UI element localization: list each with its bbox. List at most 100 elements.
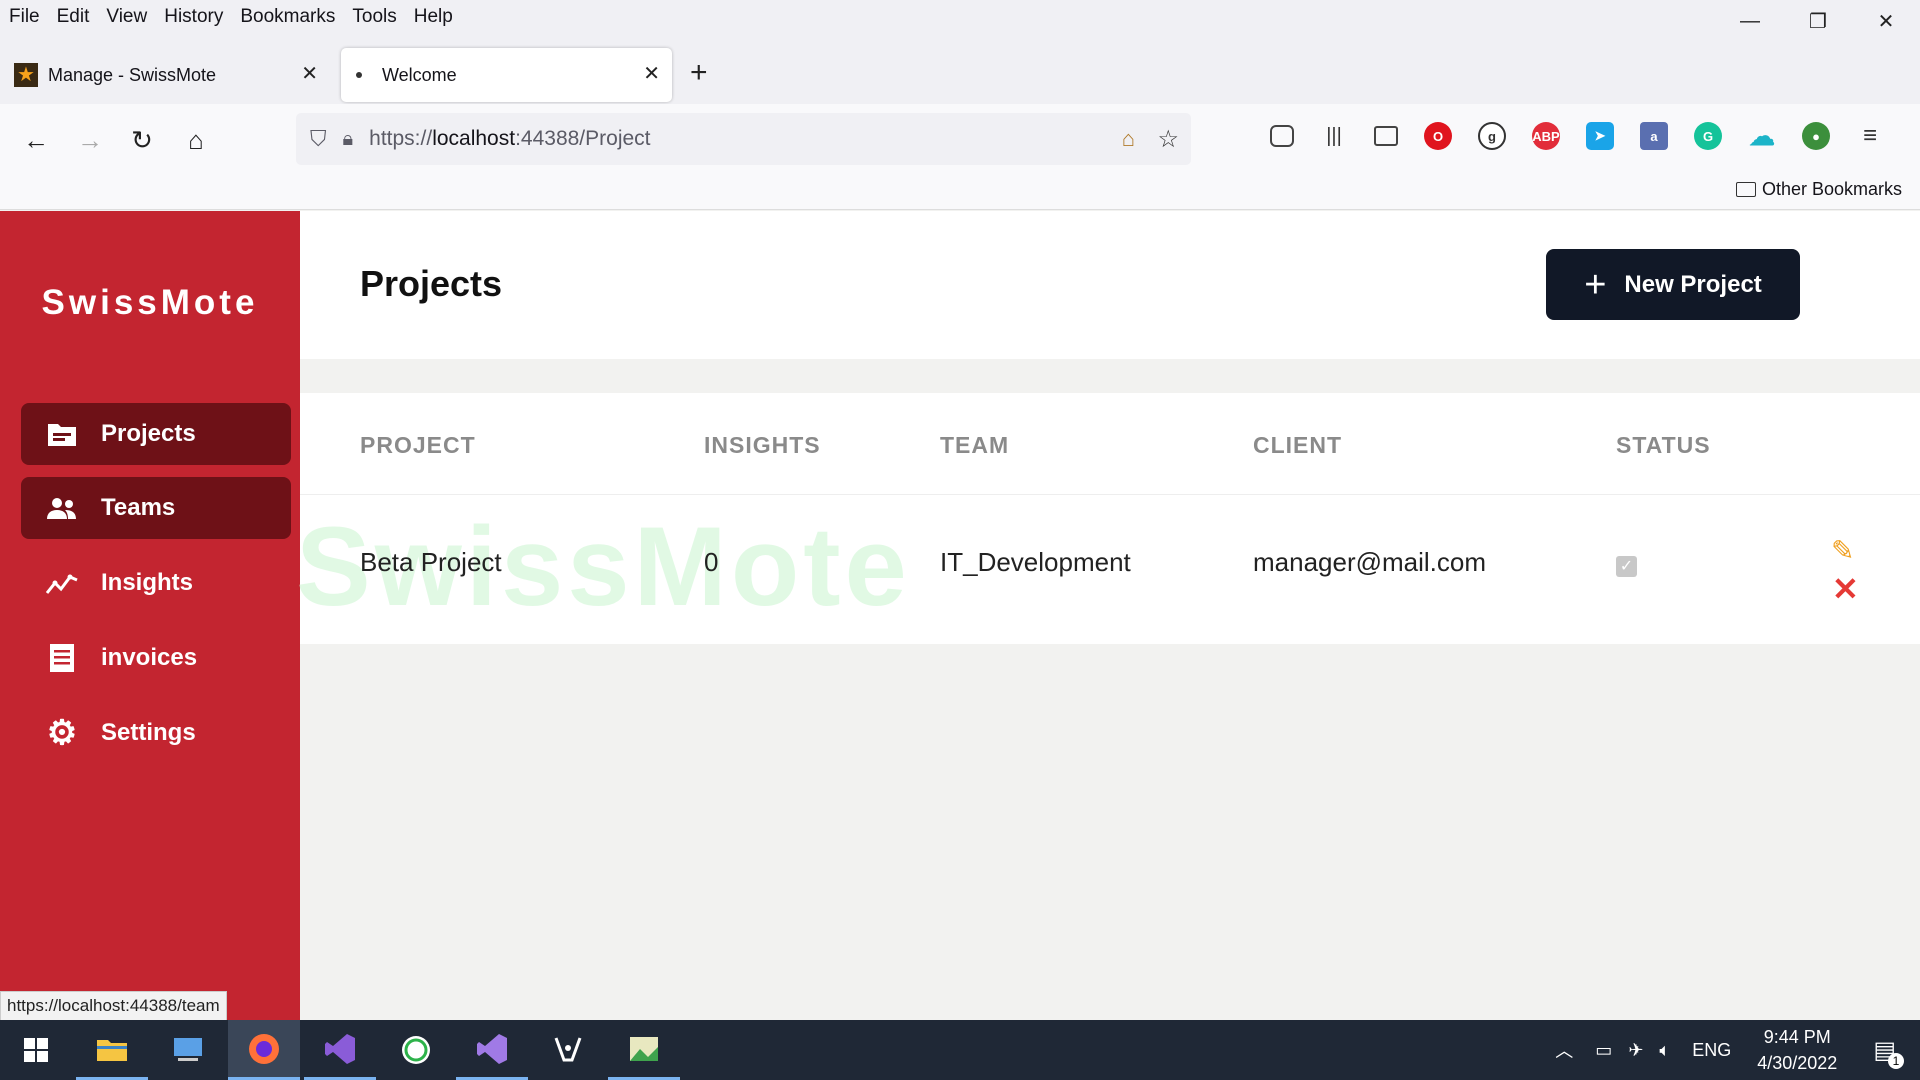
hamburger-menu-icon[interactable]: ≡	[1856, 122, 1884, 150]
forward-icon[interactable]: →	[70, 120, 110, 160]
gear-icon: ⚙	[46, 714, 78, 752]
table-header: PROJECT INSIGHTS TEAM CLIENT STATUS	[300, 393, 1920, 495]
menu-view[interactable]: View	[106, 6, 147, 28]
close-tab-icon[interactable]: ✕	[301, 61, 318, 86]
file-explorer-icon[interactable]	[76, 1020, 148, 1080]
translate-icon[interactable]: a	[1640, 122, 1668, 150]
receipt-icon	[45, 643, 79, 673]
firefox-icon[interactable]	[228, 1020, 300, 1080]
sidebar-item-label: Insights	[101, 569, 194, 596]
goki-icon[interactable]: g	[1478, 122, 1506, 150]
table-row[interactable]: SwissMote Beta Project 0 IT_Development …	[296, 496, 1920, 644]
column-project[interactable]: PROJECT	[360, 432, 476, 459]
column-client[interactable]: CLIENT	[1253, 432, 1342, 459]
close-tab-icon[interactable]: ✕	[643, 61, 660, 86]
delete-x-icon[interactable]: ✕	[1832, 570, 1859, 608]
clock[interactable]: 9:44 PM 4/30/2022	[1757, 1024, 1837, 1076]
status-checkbox[interactable]: ✓	[1616, 556, 1637, 577]
adblock-icon[interactable]: ABP	[1532, 122, 1560, 150]
projects-table: PROJECT INSIGHTS TEAM CLIENT STATUS Swis…	[296, 393, 1920, 644]
clock-app-icon[interactable]	[380, 1020, 452, 1080]
tab-bar: ★ Manage - SwissMote ✕ Welcome ✕ +	[0, 34, 1920, 104]
reload-icon[interactable]: ↻	[122, 120, 162, 160]
sidebar-item-teams[interactable]: Teams	[21, 477, 291, 539]
visual-studio-2-icon[interactable]	[456, 1020, 528, 1080]
star-favicon-icon: ★	[14, 63, 38, 87]
sidebar-icon[interactable]	[1374, 126, 1398, 146]
clock-date: 4/30/2022	[1757, 1053, 1838, 1073]
new-tab-icon[interactable]: +	[690, 56, 708, 90]
airplane-icon[interactable]: ✈	[1628, 1040, 1643, 1061]
bookmarks-toolbar: Other Bookmarks	[0, 174, 1920, 210]
chevron-up-icon[interactable]: ︿	[1555, 1037, 1573, 1063]
menu-file[interactable]: File	[9, 6, 40, 28]
folder-icon	[45, 419, 79, 449]
tab-welcome[interactable]: Welcome ✕	[341, 48, 672, 102]
page-header: Projects + New Project	[300, 211, 1920, 359]
edit-pencil-icon[interactable]: ✎	[1831, 534, 1854, 567]
home-icon[interactable]: ⌂	[176, 120, 216, 160]
sidebar-item-label: invoices	[101, 644, 198, 671]
column-status[interactable]: STATUS	[1616, 432, 1711, 459]
tool-app-icon[interactable]	[532, 1020, 604, 1080]
notifications-icon[interactable]: ▤ 1	[1873, 1036, 1904, 1069]
grammarly-icon[interactable]: G	[1694, 122, 1722, 150]
url-path: :44388/Project	[515, 127, 651, 150]
tab-label: Welcome	[382, 64, 457, 85]
chart-line-icon	[45, 568, 79, 598]
pocket-icon[interactable]	[1270, 125, 1294, 147]
language-indicator[interactable]: ENG	[1692, 1040, 1731, 1061]
visual-studio-icon[interactable]	[304, 1020, 376, 1080]
sidebar-item-invoices[interactable]: invoices	[21, 627, 291, 689]
sidebar-item-settings[interactable]: ⚙ Settings	[21, 702, 291, 764]
menu-tools[interactable]: Tools	[352, 6, 396, 28]
cloud-icon[interactable]: ☁	[1748, 121, 1776, 151]
clock-time: 9:44 PM	[1763, 1027, 1831, 1047]
navigation-toolbar: ← → ↻ ⌂ ⛉ 🔒︎ https://localhost:44388/Pro…	[0, 104, 1920, 174]
menu-bookmarks[interactable]: Bookmarks	[240, 6, 335, 28]
other-bookmarks-button[interactable]: Other Bookmarks	[1735, 179, 1902, 200]
menu-history[interactable]: History	[164, 6, 223, 28]
column-insights[interactable]: INSIGHTS	[704, 432, 821, 459]
extension-toolbar: ||| O g ABP ➤ a G ☁ ● ≡	[1270, 121, 1910, 151]
plus-icon: +	[1584, 263, 1607, 306]
opera-icon[interactable]: O	[1424, 122, 1452, 150]
sidebar-item-label: Settings	[101, 719, 196, 746]
folder-icon	[1735, 182, 1756, 197]
other-bookmarks-label: Other Bookmarks	[1761, 179, 1902, 199]
dot-favicon-icon	[356, 72, 362, 78]
remote-desktop-icon[interactable]	[152, 1020, 224, 1080]
shield-icon[interactable]: ⛉	[310, 126, 327, 152]
sidebar-item-label: Projects	[101, 420, 196, 447]
windows-start-icon[interactable]	[0, 1020, 72, 1080]
library-icon[interactable]: |||	[1320, 122, 1348, 150]
url-host: localhost	[432, 127, 516, 150]
menu-bar: File Edit View History Bookmarks Tools H…	[0, 0, 1920, 34]
brand-logo[interactable]: SwissMote	[0, 283, 300, 323]
extension-blue-icon[interactable]: ➤	[1586, 122, 1614, 150]
users-icon	[45, 493, 79, 523]
cell-project: Beta Project	[360, 547, 502, 577]
volume-icon[interactable]: 🔈︎	[1659, 1040, 1670, 1061]
menu-edit[interactable]: Edit	[57, 6, 90, 28]
home-page-icon[interactable]: ⌂	[1122, 126, 1135, 152]
back-icon[interactable]: ←	[16, 120, 56, 160]
battery-icon[interactable]: ▭	[1595, 1040, 1612, 1061]
page-title: Projects	[360, 263, 503, 304]
cell-insights: 0	[704, 547, 719, 577]
new-project-button[interactable]: + New Project	[1546, 249, 1800, 320]
status-bar-link: https://localhost:44388/team	[0, 991, 227, 1021]
star-bookmark-icon[interactable]: ☆	[1157, 125, 1179, 154]
menu-help[interactable]: Help	[414, 6, 453, 28]
sidebar-item-projects[interactable]: Projects	[21, 403, 291, 465]
url-prefix: https://	[369, 127, 433, 150]
image-app-icon[interactable]	[608, 1020, 680, 1080]
globe-icon[interactable]: ●	[1802, 122, 1830, 150]
new-project-label: New Project	[1624, 270, 1762, 298]
tab-label: Manage - SwissMote	[48, 64, 217, 85]
tab-manage[interactable]: ★ Manage - SwissMote ✕	[0, 48, 330, 102]
column-team[interactable]: TEAM	[940, 432, 1009, 459]
sidebar-item-insights[interactable]: Insights	[21, 552, 291, 614]
lock-icon[interactable]: 🔒︎	[343, 128, 354, 151]
url-bar[interactable]: ⛉ 🔒︎ https://localhost:44388/Project ⌂ ☆	[296, 113, 1191, 165]
